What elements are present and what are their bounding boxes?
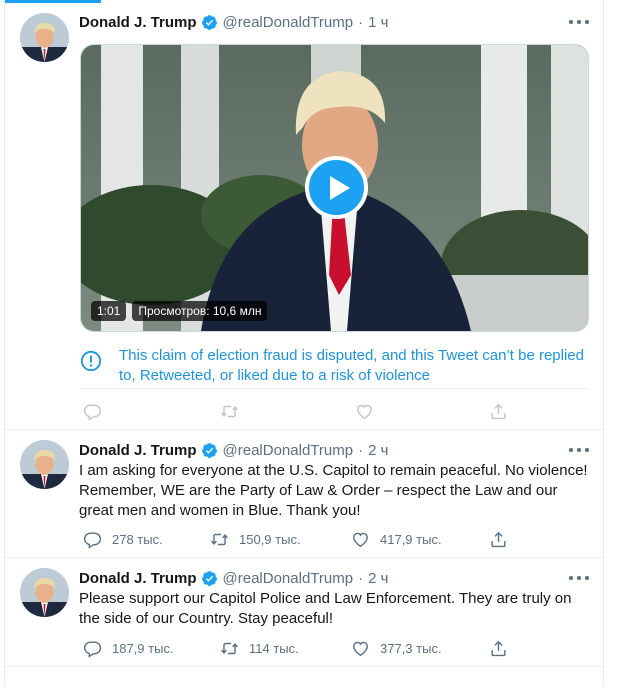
warning-icon [80,350,102,372]
avatar-image [20,568,69,617]
like-button[interactable]: 377,3 тыс. [351,637,442,659]
retweet-icon [220,402,239,421]
tweet-actions: 278 тыс. 150,9 тыс. 417,9 тыс. [79,528,509,550]
tweet-header: Donald J. Trump @realDonaldTrump · 1 ч [79,11,388,33]
separator-dot: · [358,569,364,587]
reply-icon [83,530,102,549]
reply-icon [83,402,102,421]
more-options-icon[interactable] [569,571,589,585]
avatar[interactable] [20,13,69,62]
avatar[interactable] [20,568,69,617]
like-button [355,400,384,422]
user-handle[interactable]: @realDonaldTrump [223,570,354,587]
tweet-header: Donald J. Trump @realDonaldTrump · 2 ч [79,439,388,461]
tweet-1[interactable]: Donald J. Trump @realDonaldTrump · 1 ч 1… [5,0,603,430]
tweet-timestamp[interactable]: 2 ч [368,570,388,587]
reply-button [83,400,112,422]
retweet-count: 150,9 тыс. [239,531,301,547]
tweet-header: Donald J. Trump @realDonaldTrump · 2 ч [79,567,388,589]
play-button[interactable] [305,156,368,219]
tweet-timestamp[interactable]: 2 ч [368,442,388,459]
avatar[interactable] [20,440,69,489]
display-name[interactable]: Donald J. Trump [79,442,197,459]
retweet-icon [220,639,239,658]
reply-icon [83,639,102,658]
like-icon [351,530,370,549]
retweet-count: 114 тыс. [249,640,299,656]
more-options-icon[interactable] [569,15,589,29]
retweet-icon [210,530,229,549]
like-button[interactable]: 417,9 тыс. [351,528,442,550]
display-name[interactable]: Donald J. Trump [79,14,197,31]
verified-badge-icon [201,442,218,459]
notice-text[interactable]: This claim of election fraud is disputed… [119,346,589,386]
like-icon [351,639,370,658]
separator-dot: · [358,13,364,31]
verified-badge-icon [201,570,218,587]
tweet-text: I am asking for everyone at the U.S. Cap… [79,462,588,519]
reply-button[interactable]: 278 тыс. [83,528,163,550]
video-view-count: Просмотров: 10,6 млн [132,301,268,321]
disputed-claim-notice[interactable]: This claim of election fraud is disputed… [80,346,588,389]
timeline: Donald J. Trump @realDonaldTrump · 1 ч 1… [4,0,604,687]
share-button[interactable] [489,400,518,422]
share-icon [489,639,508,658]
share-icon [489,402,508,421]
tweet-3[interactable]: Donald J. Trump @realDonaldTrump · 2 ч P… [5,558,603,667]
reply-count: 278 тыс. [112,531,163,547]
separator-dot: · [358,441,364,459]
tweet-timestamp[interactable]: 1 ч [368,14,388,31]
video-player[interactable]: 1:01 Просмотров: 10,6 млн [80,44,589,332]
retweet-button [220,400,249,422]
display-name[interactable]: Donald J. Trump [79,570,197,587]
like-icon [355,402,374,421]
reply-count: 187,9 тыс. [112,640,174,656]
video-duration: 1:01 [91,301,127,321]
reply-button[interactable]: 187,9 тыс. [83,637,174,659]
verified-badge-icon [201,14,218,31]
tweet-text: Please support our Capitol Police and La… [79,590,572,627]
share-button[interactable] [489,637,518,659]
retweet-button[interactable]: 114 тыс. [220,637,299,659]
avatar-image [20,440,69,489]
like-count: 377,3 тыс. [380,640,442,656]
tweet-actions [79,400,509,422]
tweet-actions: 187,9 тыс. 114 тыс. 377,3 тыс. [79,637,509,659]
more-options-icon[interactable] [569,443,589,457]
user-handle[interactable]: @realDonaldTrump [223,14,354,31]
share-button[interactable] [489,528,518,550]
share-icon [489,530,508,549]
tweet-2[interactable]: Donald J. Trump @realDonaldTrump · 2 ч I… [5,430,603,558]
like-count: 417,9 тыс. [380,531,442,547]
avatar-image [20,13,69,62]
video-info: 1:01 Просмотров: 10,6 млн [91,301,268,321]
retweet-button[interactable]: 150,9 тыс. [210,528,301,550]
user-handle[interactable]: @realDonaldTrump [223,442,354,459]
